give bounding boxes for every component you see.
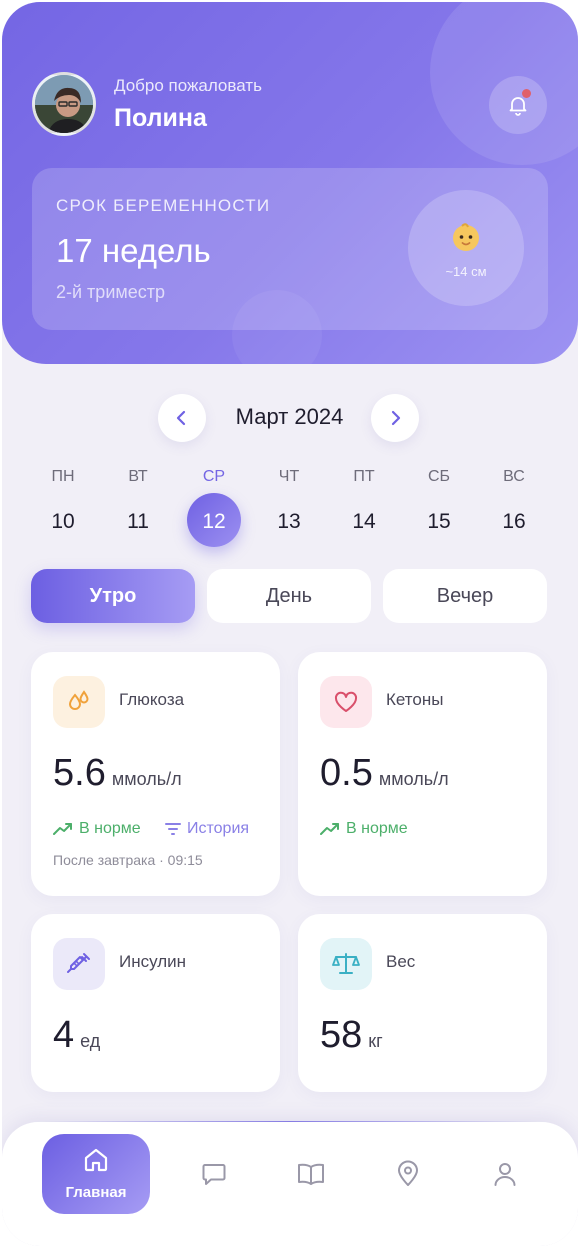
- ketones-value-row: 0.5 ммоль/л: [320, 752, 449, 795]
- day-name: ЧТ: [278, 468, 300, 485]
- glucose-status: В норме: [53, 820, 141, 838]
- day-item[interactable]: СБ 15: [409, 464, 469, 538]
- insulin-unit: ед: [80, 1031, 101, 1051]
- map-pin-icon: [398, 1160, 418, 1186]
- day-name: ВТ: [128, 468, 148, 485]
- nav-profile[interactable]: [488, 1157, 522, 1191]
- baby-size: ~14 см: [445, 264, 487, 279]
- ketones-status-text: В норме: [346, 820, 408, 837]
- ketones-card[interactable]: Кетоны 0.5 ммоль/л В норме: [298, 652, 547, 896]
- day-item-selected[interactable]: СР 12: [184, 464, 244, 538]
- day-item[interactable]: ЧТ 13: [259, 464, 319, 538]
- nav-home-label: Главная: [65, 1184, 127, 1201]
- glucose-note: После завтрака · 09:15: [53, 852, 203, 868]
- weight-title: Вес: [386, 952, 416, 971]
- nav-chat[interactable]: [197, 1157, 231, 1191]
- nav-library[interactable]: [294, 1157, 328, 1191]
- glucose-status-text: В норме: [79, 820, 141, 837]
- day-name: СБ: [427, 468, 451, 485]
- trend-up-icon: [53, 823, 72, 835]
- welcome-text: Добро пожаловать: [114, 76, 262, 95]
- nav-home[interactable]: Главная: [42, 1134, 150, 1214]
- prev-month-button[interactable]: [158, 394, 206, 442]
- day-item[interactable]: ПТ 14: [334, 464, 394, 538]
- trimester-text: 2-й триместр: [56, 282, 166, 302]
- segment-evening[interactable]: Вечер: [383, 569, 547, 623]
- app-screen: Добро пожаловать Полина СРОК БЕРЕМЕННОСТ…: [2, 2, 578, 1246]
- day-number: 11: [127, 510, 149, 533]
- day-name: ВС: [503, 468, 525, 485]
- chevron-right-icon: [391, 410, 401, 426]
- user-name: Полина: [114, 104, 207, 132]
- day-name: СР: [202, 468, 226, 485]
- segment-day[interactable]: День: [207, 569, 371, 623]
- notification-badge: [522, 89, 531, 98]
- glucose-title: Глюкоза: [119, 690, 185, 709]
- weight-value: 58: [320, 1014, 363, 1056]
- glucose-history-link[interactable]: История: [165, 820, 249, 838]
- book-icon: [298, 1163, 324, 1185]
- ketones-status: В норме: [320, 820, 408, 838]
- month-label: Март 2024: [235, 404, 344, 429]
- profile-icon: [494, 1163, 516, 1186]
- day-name: ПТ: [353, 468, 375, 485]
- next-month-button[interactable]: [371, 394, 419, 442]
- weight-value-row: 58 кг: [320, 1014, 383, 1057]
- baby-size-badge: ~14 см: [408, 190, 524, 306]
- avatar-photo: [35, 75, 93, 133]
- glucose-value-row: 5.6 ммоль/л: [53, 752, 182, 795]
- avatar[interactable]: [32, 72, 96, 136]
- segment-morning[interactable]: Утро: [31, 569, 195, 623]
- header: Добро пожаловать Полина СРОК БЕРЕМЕННОСТ…: [2, 2, 578, 364]
- day-number: 13: [277, 510, 301, 533]
- chat-icon: [202, 1164, 226, 1185]
- insulin-value: 4: [53, 1014, 75, 1056]
- heart-icon: [320, 676, 372, 728]
- day-number: 14: [352, 510, 376, 533]
- insulin-value-row: 4 ед: [53, 1014, 100, 1057]
- glucose-unit: ммоль/л: [111, 769, 182, 789]
- syringe-icon: [53, 938, 105, 990]
- weight-unit: кг: [368, 1031, 383, 1051]
- filter-icon: [165, 823, 181, 835]
- pregnancy-card[interactable]: СРОК БЕРЕМЕННОСТИ 17 недель 2-й триместр…: [32, 168, 548, 330]
- day-name: ПН: [51, 468, 75, 485]
- insulin-title: Инсулин: [119, 952, 187, 971]
- ketones-title: Кетоны: [386, 690, 444, 709]
- glucose-card[interactable]: Глюкоза 5.6 ммоль/л В норме История После…: [31, 652, 280, 896]
- day-item[interactable]: ПН 10: [33, 464, 93, 538]
- day-number: 16: [502, 510, 526, 533]
- nav-map[interactable]: [391, 1157, 425, 1191]
- day-number: 12: [202, 510, 226, 533]
- pregnancy-label: СРОК БЕРЕМЕННОСТИ: [56, 196, 271, 215]
- glucose-value: 5.6: [53, 752, 106, 794]
- day-number: 15: [427, 510, 451, 533]
- pregnancy-weeks: 17 недель: [56, 232, 211, 269]
- notifications-button[interactable]: [489, 76, 547, 134]
- scale-icon: [320, 938, 372, 990]
- home-icon: [84, 1148, 108, 1172]
- history-label: История: [187, 820, 250, 837]
- baby-icon: [408, 220, 524, 254]
- ketones-unit: ммоль/л: [378, 769, 449, 789]
- weight-card[interactable]: Вес 58 кг: [298, 914, 547, 1092]
- day-item[interactable]: ВТ 11: [108, 464, 168, 538]
- trend-up-icon: [320, 823, 339, 835]
- day-number: 10: [51, 510, 75, 533]
- ketones-value: 0.5: [320, 752, 373, 794]
- day-item[interactable]: ВС 16: [484, 464, 544, 538]
- drops-icon: [53, 676, 105, 728]
- insulin-card[interactable]: Инсулин 4 ед: [31, 914, 280, 1092]
- chevron-left-icon: [176, 410, 186, 426]
